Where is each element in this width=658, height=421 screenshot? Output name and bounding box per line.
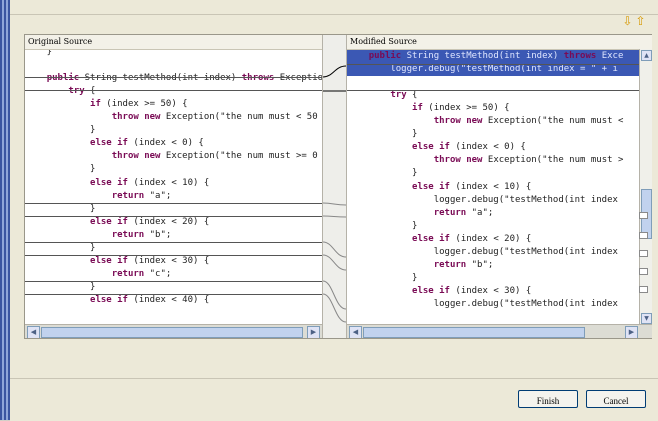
code-line: try { [68,86,96,97]
code-line: throw new Exception("the num must < [433,116,624,127]
change-marker[interactable] [639,286,648,293]
diff-boundary-line [25,77,322,78]
modified-code-area[interactable]: public String testMethod(int index) thro… [347,50,652,324]
diff-boundary-line [25,294,322,295]
code-line: throw new Exception("the num must < 50 [111,112,318,123]
change-overview-ruler [636,14,650,304]
diff-boundary-line [25,242,322,243]
finish-button[interactable]: Finish [518,390,578,408]
code-line: else if (index < 30) { [412,285,532,296]
code-line: else if (index < 0) { [90,138,204,149]
code-line: if (index >= 50) { [90,99,188,110]
left-scroll-thumb[interactable] [41,327,303,338]
code-line: } [25,125,96,136]
code-line: } [347,272,418,283]
code-line: } [347,129,418,140]
change-marker[interactable] [639,232,648,239]
refactoring-preview-dialog: ⇩ ⇧ Original Source } public String test… [10,0,658,421]
modified-source-pane[interactable]: Modified Source public String testMethod… [346,35,652,338]
code-line: else if (index < 30) { [90,255,210,266]
code-line: return "b"; [111,229,172,240]
code-line: } [25,281,96,292]
code-line: logger.debug("testMethod(int index [347,194,618,205]
code-line: logger.debug("testMethod(int index [347,246,618,257]
dialog-footer: Finish Cancel [10,378,658,421]
original-code-area[interactable]: } public String testMethod(int index) th… [25,50,322,324]
arrow-down-icon[interactable]: ⇩ [622,14,633,28]
diff-boundary-line [25,203,322,204]
code-line: logger.debug("testMethod(int index [347,298,618,309]
diff-connector-gutter [322,35,347,338]
diff-boundary-line [347,64,652,65]
original-source-title: Original Source [25,35,322,50]
code-line: public String testMethod(int index) thro… [46,73,322,84]
change-marker[interactable] [639,268,648,275]
code-line: } [25,203,96,214]
diff-boundary-line [25,255,322,256]
code-line: else if (index < 10) { [90,177,210,188]
scroll-down-icon[interactable]: ▼ [641,313,652,324]
left-horizontal-scrollbar[interactable]: ◀ ▶ [25,324,322,338]
code-line: throw new Exception("the num must >= 0 [111,151,318,162]
scroll-left-icon[interactable]: ◀ [349,326,362,338]
code-line: throw new Exception("the num must > [433,155,624,166]
code-line: else if (index < 0) { [412,142,526,153]
code-line: return "c"; [111,268,172,279]
compare-viewer: Original Source } public String testMeth… [24,34,652,339]
code-line: } [347,168,418,179]
scroll-right-icon[interactable]: ▶ [625,326,638,338]
diff-connector-lines [322,65,347,323]
code-line: if (index >= 50) { [412,103,510,114]
window-edge [0,0,10,420]
dialog-top-bar [10,0,658,15]
right-horizontal-scrollbar[interactable]: ◀ ▶ [347,324,652,338]
code-line: } [25,242,96,253]
code-line: return "b"; [433,259,494,270]
code-line: else if (index < 20) { [412,233,532,244]
right-scroll-thumb[interactable] [363,327,585,338]
code-line: } [25,50,53,57]
code-line: try { [390,90,418,101]
modified-source-title: Modified Source [347,35,652,50]
scroll-left-icon[interactable]: ◀ [27,326,40,338]
diff-boundary-line [25,216,322,217]
code-line: else if (index < 10) { [412,181,532,192]
code-line: public String testMethod(int index) thro… [347,50,652,63]
diff-boundary-line [25,90,322,91]
code-line: else if (index < 20) { [90,216,210,227]
diff-boundary-line [25,281,322,282]
code-line: else if (index < 40) { [90,294,210,305]
code-line: } [25,164,96,175]
original-source-pane[interactable]: Original Source } public String testMeth… [25,35,323,338]
scroll-right-icon[interactable]: ▶ [307,326,320,338]
code-line: return "a"; [111,190,172,201]
code-line: } [347,220,418,231]
cancel-button[interactable]: Cancel [586,390,646,408]
code-line: return "a"; [433,207,494,218]
change-marker[interactable] [639,250,648,257]
diff-boundary-line [347,90,652,91]
change-marker[interactable] [639,212,648,219]
